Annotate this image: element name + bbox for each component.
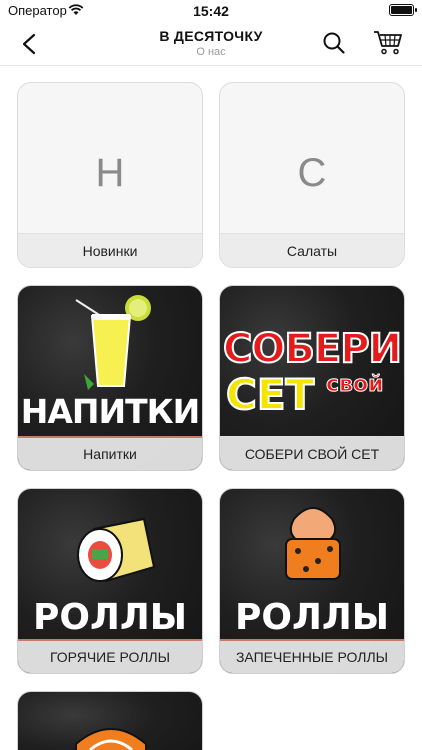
category-tile-partial[interactable]: [17, 691, 203, 750]
navigation-bar: В ДЕСЯТОЧКУ О нас: [0, 22, 422, 66]
category-tile-drinks[interactable]: НАПИТКИ Напитки: [17, 285, 203, 471]
status-time: 15:42: [193, 3, 229, 19]
cart-button[interactable]: [372, 28, 404, 58]
category-tile-baked-rolls[interactable]: РОЛЛЫ ЗАПЕЧЕННЫЕ РОЛЛЫ: [219, 488, 405, 674]
category-label: ГОРЯЧИЕ РОЛЛЫ: [18, 639, 202, 673]
status-bar: Оператор 15:42: [0, 0, 422, 22]
category-art-text: НАПИТКИ: [20, 392, 201, 431]
category-art-text: СОБЕРИ: [222, 325, 403, 373]
cart-icon: [374, 31, 402, 55]
category-label: СОБЕРИ СВОЙ СЕТ: [220, 436, 404, 470]
category-label: Новинки: [18, 233, 202, 267]
back-button[interactable]: [14, 28, 46, 60]
category-art-text: СЕТ: [225, 369, 315, 420]
category-tile-hot-rolls[interactable]: РОЛЛЫ ГОРЯЧИЕ РОЛЛЫ: [17, 488, 203, 674]
category-tile-salads[interactable]: С Салаты: [219, 82, 405, 268]
category-label: ЗАПЕЧЕННЫЕ РОЛЛЫ: [220, 639, 404, 673]
category-art-text: свой: [326, 372, 384, 398]
chevron-left-icon: [22, 33, 36, 55]
category-label: Салаты: [220, 233, 404, 267]
category-label: Напитки: [18, 436, 202, 470]
search-button[interactable]: [320, 29, 348, 57]
category-art-text: РОЛЛЫ: [32, 597, 188, 638]
category-placeholder-letter: С: [297, 151, 327, 195]
search-icon: [323, 32, 345, 54]
category-placeholder-letter: Н: [95, 151, 125, 195]
category-tile-new[interactable]: Н Новинки: [17, 82, 203, 268]
category-tile-build-set[interactable]: СОБЕРИ СЕТ свой СОБЕРИ СВОЙ СЕТ: [219, 285, 405, 471]
page-title: В ДЕСЯТОЧКУ: [159, 28, 263, 44]
about-link[interactable]: О нас: [80, 46, 342, 58]
battery-icon: [389, 4, 417, 16]
roll-icon: [75, 728, 147, 750]
category-art-text: РОЛЛЫ: [234, 597, 390, 638]
